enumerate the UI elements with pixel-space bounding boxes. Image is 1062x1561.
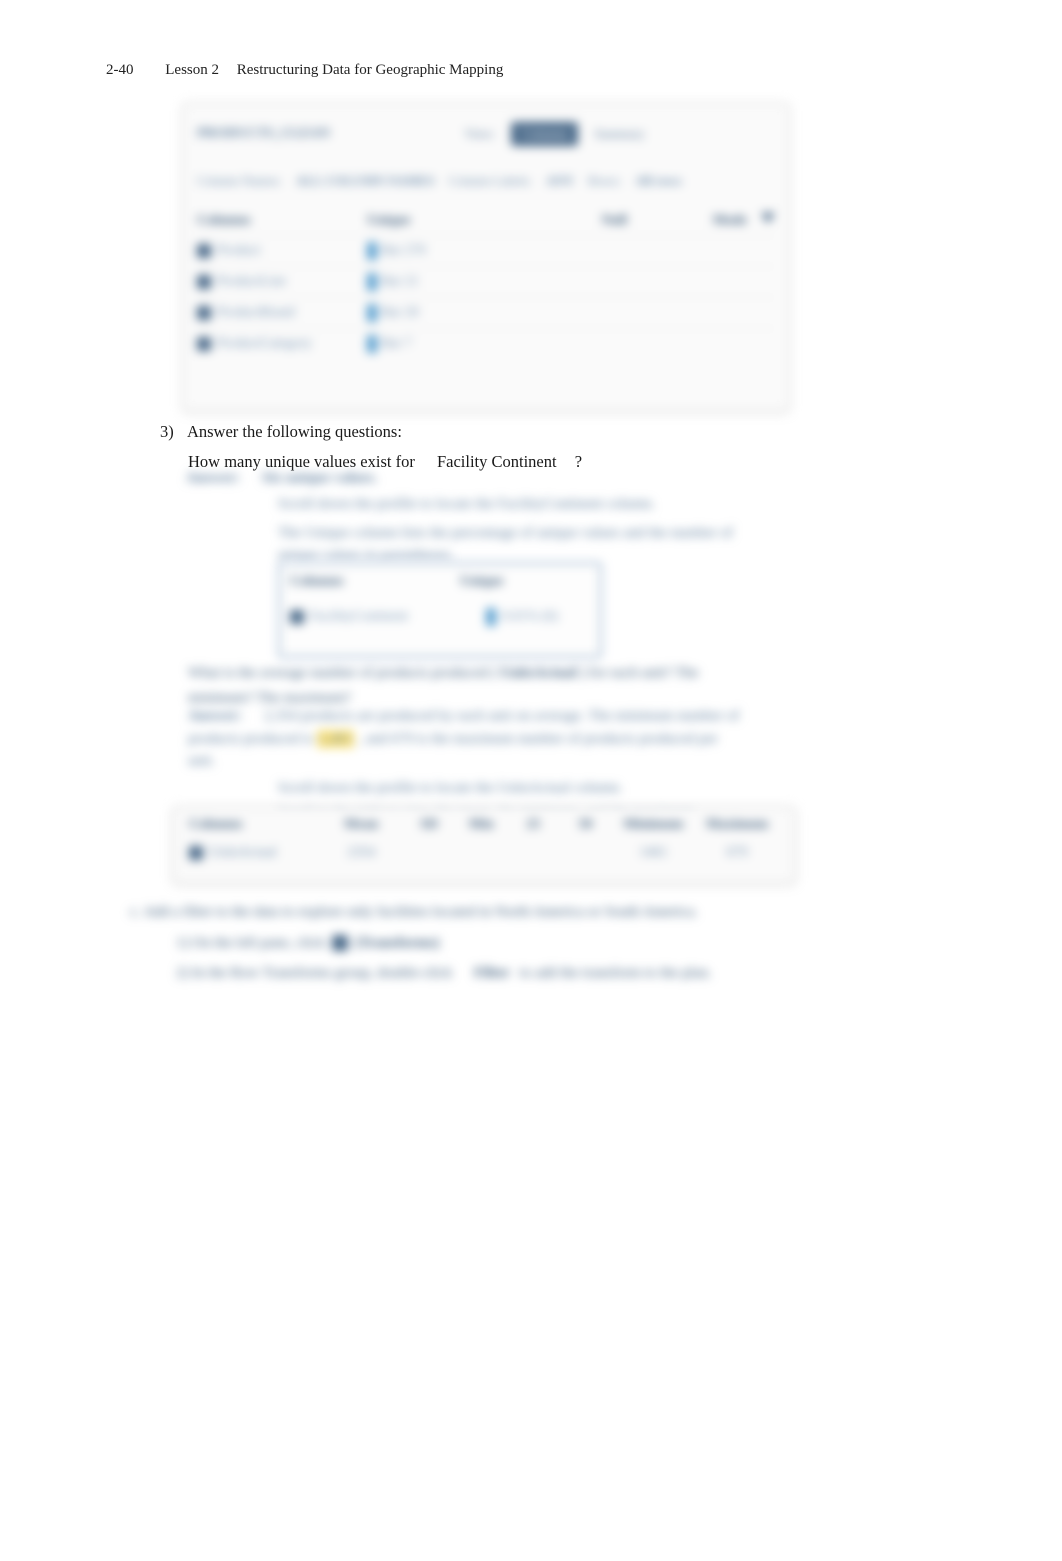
p2-col-sd: SD bbox=[403, 817, 455, 833]
bar-icon bbox=[367, 273, 377, 291]
answer-bullet: Scroll down the profile to locate the Un… bbox=[278, 777, 748, 800]
view-label: View: bbox=[454, 122, 505, 146]
unique-val: Bar 270 bbox=[381, 243, 426, 259]
col-header-unique: Unique bbox=[367, 213, 507, 229]
lesson-label: Lesson 2 bbox=[165, 62, 219, 78]
bar-icon bbox=[367, 335, 377, 353]
p2-col-mean: Mean bbox=[319, 817, 403, 833]
question-block: 3) Answer the following questions: How m… bbox=[160, 419, 582, 474]
sb-row-name: FacilityContinent bbox=[310, 609, 480, 625]
instruction-line-3a: 2) In the Row Transforms group, double-c… bbox=[176, 965, 452, 981]
p2-val-max: 679 bbox=[695, 845, 779, 861]
table-row: ProductCategory Bar 7 bbox=[197, 328, 775, 359]
table-row: ProductBrand Bar 20 bbox=[197, 297, 775, 328]
col-name: ProductBrand bbox=[217, 305, 295, 321]
sb-row-value: 0.01% (6) bbox=[502, 609, 558, 625]
p2-col-min: Min bbox=[455, 817, 507, 833]
unique-val: Bar 21 bbox=[381, 274, 419, 290]
answer-bullet: The Unique column lists the percentage o… bbox=[278, 522, 746, 567]
p2-col-50: 50 bbox=[559, 817, 611, 833]
view-tabs: View: Columns Summary bbox=[454, 122, 655, 146]
instruction-line: c. Add a filter to the data to explore o… bbox=[130, 898, 770, 927]
answer-block-1: Answer: Six unique values. Scroll down t… bbox=[186, 470, 746, 567]
table-row: ProductLine Bar 21 bbox=[197, 266, 775, 297]
col-header-mode: Mode bbox=[627, 213, 747, 229]
col-name: ProductLine bbox=[217, 274, 286, 290]
column-type-icon bbox=[197, 306, 211, 320]
profile-table: Columns Unique Null Mode Product Bar 270… bbox=[197, 207, 775, 359]
q2-text-a: What is the average number of products p… bbox=[188, 665, 496, 681]
highlighted-value: 1,461 bbox=[317, 730, 355, 748]
table-row: Product Bar 270 bbox=[197, 235, 775, 266]
scroll-indicator-icon bbox=[761, 213, 775, 223]
column-type-icon bbox=[290, 610, 304, 624]
p2-val-mean: 2354 bbox=[319, 845, 403, 861]
answer-label: Answer: bbox=[186, 470, 240, 487]
answer-label: Answer: bbox=[188, 705, 242, 728]
answer-text: Six unique values. bbox=[262, 470, 377, 487]
bar-icon bbox=[486, 608, 496, 626]
sb-header-unique: Unique bbox=[460, 574, 580, 590]
answer-bullet: Scroll down the profile to locate the Fa… bbox=[278, 493, 746, 516]
question-mark: ? bbox=[575, 452, 582, 471]
column-type-icon bbox=[189, 846, 203, 860]
instruction-line-2a: 1) On the left pane, click bbox=[176, 935, 325, 951]
data-profile-panel: PRODUCTS_CLEAN View: Columns Summary Col… bbox=[182, 102, 790, 412]
tab-summary[interactable]: Summary bbox=[584, 122, 655, 146]
panel-title: PRODUCTS_CLEAN bbox=[197, 126, 330, 142]
tab-columns[interactable]: Columns bbox=[511, 122, 578, 146]
column-type-icon bbox=[197, 244, 211, 258]
unique-val: Bar 20 bbox=[381, 305, 419, 321]
col-header-null: Null bbox=[507, 213, 627, 229]
question-block-2: What is the average number of products p… bbox=[188, 662, 748, 711]
toolbar-value-3: All rows bbox=[635, 173, 681, 189]
p2-row-name: UnitsActual bbox=[209, 845, 277, 861]
toolbar-label-3: Rows: bbox=[588, 173, 621, 189]
toolbar-label-1: Column Names: bbox=[197, 173, 282, 189]
col-name: ProductCategory bbox=[217, 336, 312, 352]
q2-text-b: ) for each unit? The bbox=[580, 665, 698, 681]
unique-val: Bar 7 bbox=[381, 336, 412, 352]
p2-val-min: 1461 bbox=[611, 845, 695, 861]
stats-panel: Columns Mean SD Min 25 50 Minimum Maximu… bbox=[172, 806, 796, 884]
toolbar-value-1: ALL COLUMN NAMES bbox=[296, 173, 435, 189]
p2-col-maximum: Maximum bbox=[695, 817, 779, 833]
instruction-filter-word: Filter bbox=[474, 965, 510, 981]
col-header-columns: Columns bbox=[197, 213, 367, 229]
bar-icon bbox=[367, 304, 377, 322]
question-prompt: Answer the following questions: bbox=[187, 422, 402, 441]
col-name: Product bbox=[217, 243, 261, 259]
column-type-icon bbox=[197, 275, 211, 289]
instruction-line-3c: to add the transform to the plan. bbox=[520, 965, 712, 981]
lesson-title: Restructuring Data for Geographic Mappin… bbox=[237, 62, 504, 78]
p2-col-25: 25 bbox=[507, 817, 559, 833]
toolbar-label-2: Column Labels: bbox=[449, 173, 532, 189]
question-field: Facility Continent bbox=[437, 452, 557, 471]
unique-values-box: Columns Unique FacilityContinent 0.01% (… bbox=[278, 562, 602, 658]
question-sub: How many unique values exist for bbox=[188, 452, 415, 471]
bar-icon bbox=[367, 242, 377, 260]
toolbar-value-2: ANY bbox=[546, 173, 574, 189]
p2-col-columns: Columns bbox=[189, 817, 319, 833]
page-number: 2-40 bbox=[106, 62, 134, 78]
q2-field: UnitsActual bbox=[500, 665, 577, 681]
panel-toolbar: Column Names: ALL COLUMN NAMES Column La… bbox=[197, 173, 775, 189]
instruction-line-2b: (Transforms) bbox=[355, 935, 440, 951]
sb-header-columns: Columns bbox=[290, 574, 460, 590]
question-number: 3) bbox=[160, 422, 174, 441]
transforms-icon bbox=[332, 935, 348, 951]
p2-col-minimum: Minimum bbox=[611, 817, 695, 833]
instructions-block: c. Add a filter to the data to explore o… bbox=[130, 898, 770, 990]
page-header: 2-40 Lesson 2 Restructuring Data for Geo… bbox=[106, 62, 503, 79]
column-type-icon bbox=[197, 337, 211, 351]
